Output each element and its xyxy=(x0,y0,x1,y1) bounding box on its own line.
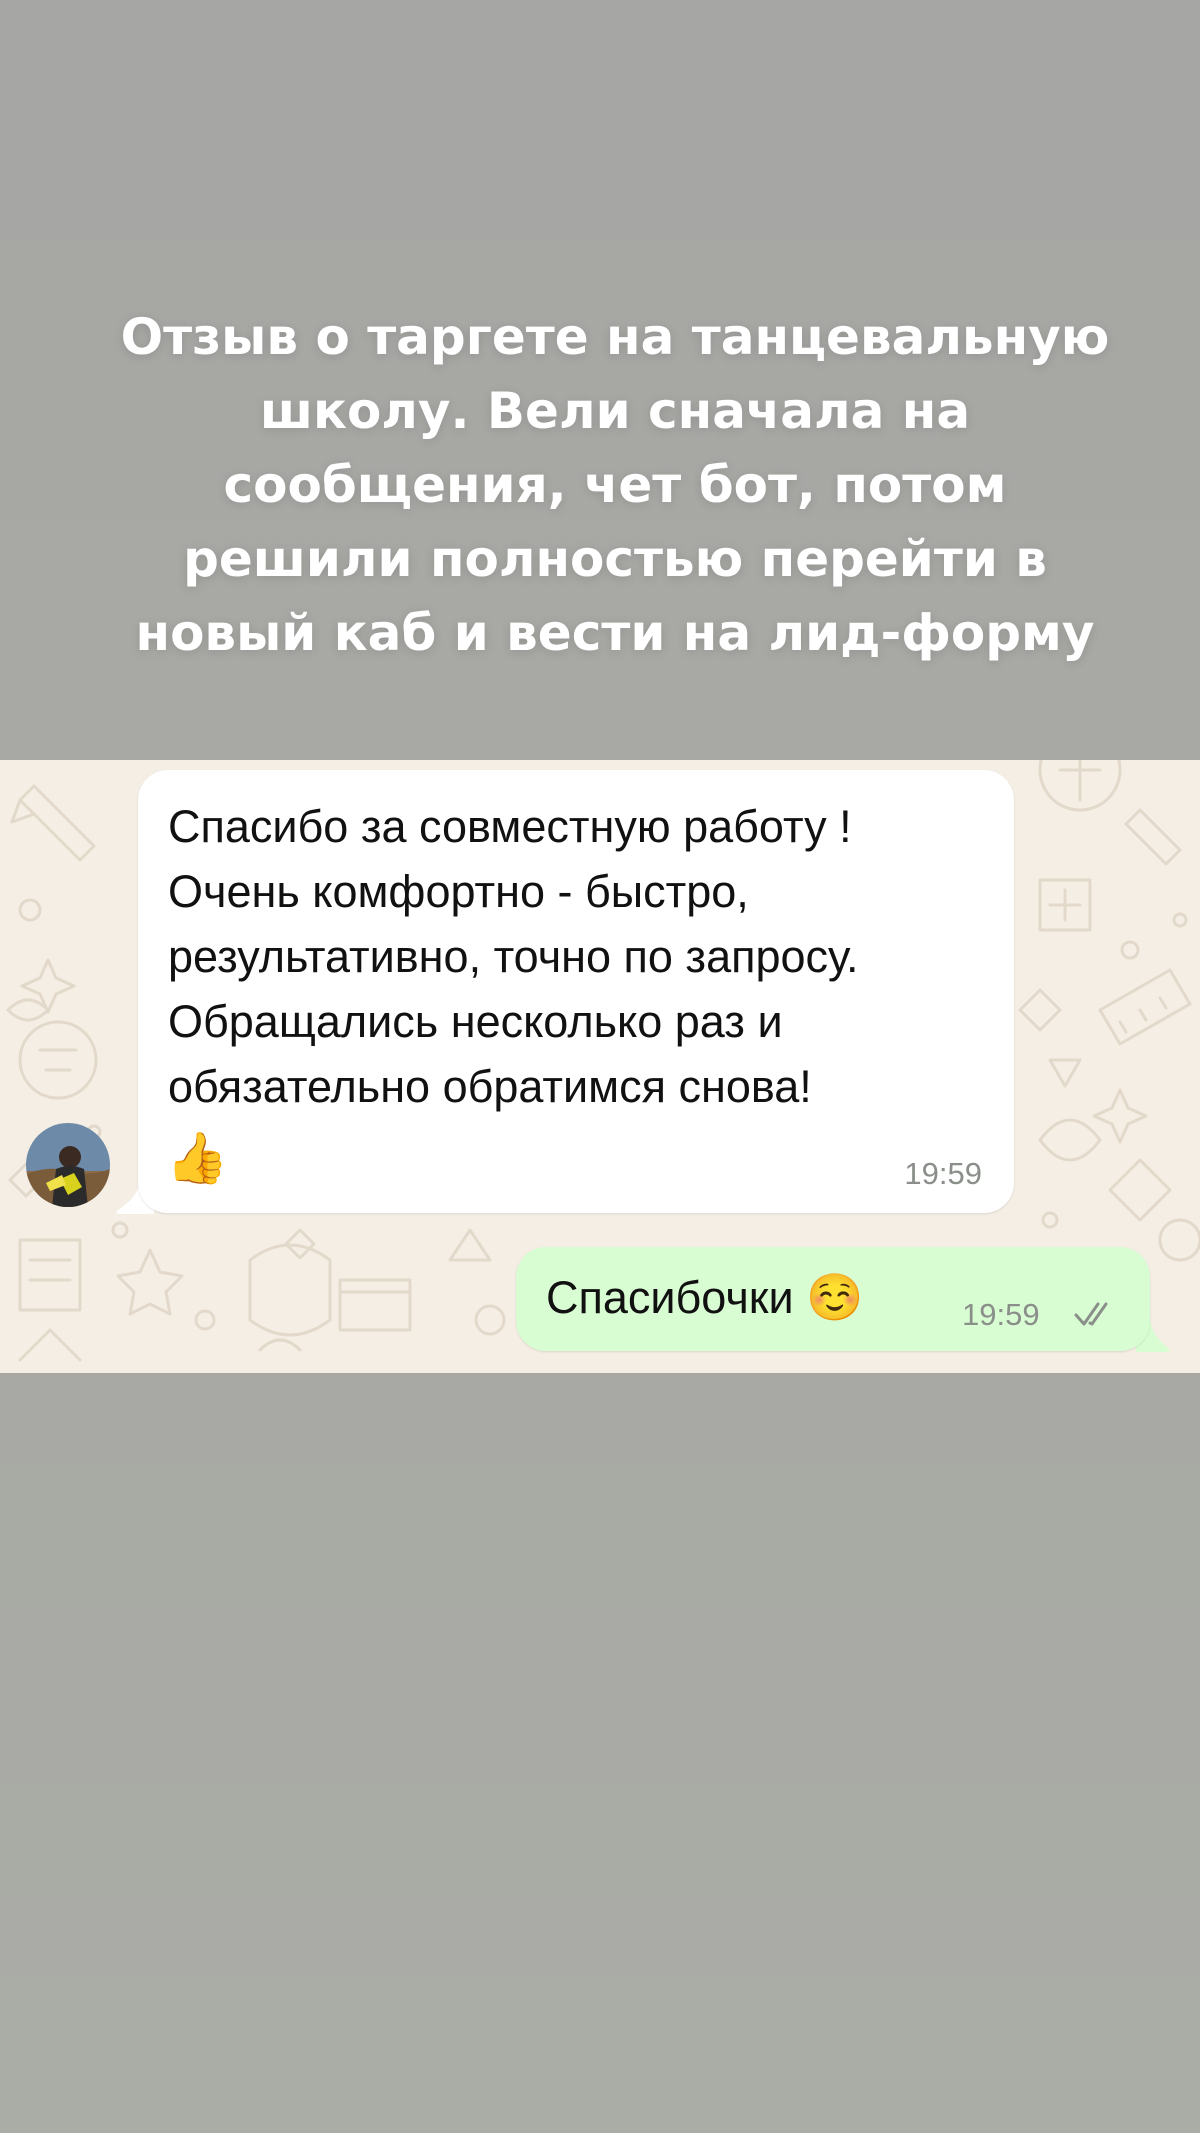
bottom-background xyxy=(0,1373,1200,2133)
outgoing-message-label: Спасибочки xyxy=(546,1272,794,1323)
review-caption: Отзыв о таргете на танцевальную школу. В… xyxy=(60,300,1170,670)
outgoing-message-time: 19:59 xyxy=(962,1297,1040,1332)
incoming-message-text: Спасибо за совместную работу ! Очень ком… xyxy=(168,801,859,1112)
contact-avatar[interactable] xyxy=(26,1123,110,1207)
incoming-message-time: 19:59 xyxy=(904,1156,982,1191)
caption-line: решили полностью перейти в xyxy=(183,530,1047,588)
caption-line: новый каб и вести на лид-форму xyxy=(135,604,1095,662)
avatar-photo xyxy=(26,1123,110,1207)
smiling-face-emoji: ☺️ xyxy=(806,1271,864,1323)
caption-line: Отзыв о таргете на танцевальную xyxy=(120,308,1110,366)
chat-screenshot: Спасибо за совместную работу ! Очень ком… xyxy=(0,760,1200,1373)
thumbs-up-emoji: 👍 xyxy=(166,1129,229,1187)
caption-line: сообщения, чет бот, потом xyxy=(223,456,1007,514)
outgoing-message-text: Спасибочки ☺️ xyxy=(546,1267,863,1328)
outgoing-message[interactable]: Спасибочки ☺️ 19:59 xyxy=(516,1247,1150,1351)
incoming-message[interactable]: Спасибо за совместную работу ! Очень ком… xyxy=(138,770,1014,1213)
caption-line: школу. Вели сначала на xyxy=(259,382,971,440)
double-check-icon xyxy=(1074,1302,1108,1326)
